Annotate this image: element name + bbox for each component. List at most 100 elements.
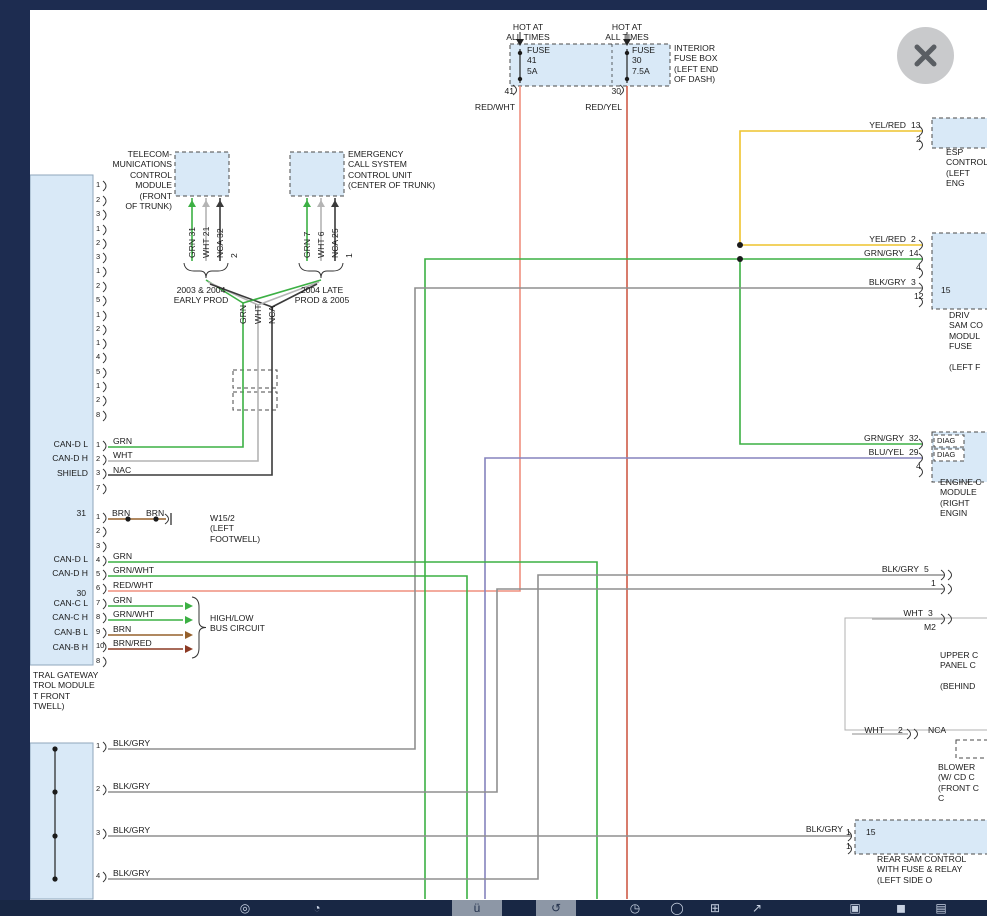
box-interior-fuse-box: [510, 44, 670, 86]
box-driver-sam-box: [932, 233, 987, 309]
pin-connector: [103, 339, 106, 349]
pin-connector: [103, 642, 106, 652]
video-icon[interactable]: ◼: [888, 900, 914, 916]
pin-connector: [103, 657, 106, 667]
rotate-icon[interactable]: ↺: [536, 900, 576, 916]
arrowhead: [216, 200, 224, 207]
pin-connector: [103, 570, 106, 580]
wire-grn-gry-main: [425, 259, 922, 899]
pin-connector: [103, 253, 106, 263]
pin-connector: [103, 196, 106, 206]
pin-connector: [103, 368, 106, 378]
arrowhead: [202, 200, 210, 207]
arrowhead: [185, 631, 193, 639]
pin-connector: [103, 267, 106, 277]
wire-can-d-l-grn: [108, 562, 597, 899]
window-left-bar: [0, 0, 30, 916]
junction-dot: [518, 51, 522, 55]
box-blower-conn-box: [956, 740, 987, 758]
bottom-toolbar: ◎ ◔ ü ↺ ◷ ◯ ⊞ ↗ ▣ ◼ ▤: [0, 900, 987, 916]
pin-connector: [103, 225, 106, 235]
box-shield-box-1: [233, 370, 277, 388]
pin-connector: [103, 239, 106, 249]
pin-connector: [103, 282, 106, 292]
brace: [192, 597, 206, 658]
pin-connector: [848, 844, 852, 854]
wire-yel-red-esp: [740, 131, 922, 245]
box-shield-box-2: [233, 392, 277, 410]
pin-connector: [103, 742, 106, 752]
history-icon[interactable]: ◷: [622, 900, 648, 916]
search-icon[interactable]: ◎: [232, 900, 258, 916]
close-icon: [897, 27, 954, 84]
close-button[interactable]: [897, 27, 954, 84]
pin-connector: [103, 296, 106, 306]
box-esp-box: [932, 118, 987, 148]
share-icon[interactable]: ↗: [744, 900, 770, 916]
wire-can-grn: [108, 303, 243, 447]
user-icon[interactable]: ◔: [304, 900, 330, 916]
box-upper-panel-box: [845, 618, 987, 730]
grid-icon[interactable]: ⊞: [702, 900, 728, 916]
junction-dot: [153, 516, 158, 521]
arrowhead: [185, 616, 193, 624]
junction-dot: [125, 516, 130, 521]
box-telecom-box: [175, 152, 229, 196]
pin-connector: [948, 584, 952, 594]
junction-dot: [737, 242, 743, 248]
image-icon[interactable]: ▣: [842, 900, 868, 916]
junction-dot: [52, 833, 57, 838]
wire-can-d-h-grn-wht: [108, 576, 467, 899]
box-rear-sam-box: [855, 820, 987, 854]
junction-dot: [52, 876, 57, 881]
pin-connector: [103, 542, 106, 552]
pin-connector: [103, 785, 106, 795]
junction-dot: [518, 77, 522, 81]
pin-connector: [103, 325, 106, 335]
wire-blk-gry-1: [108, 589, 944, 792]
junction-dot: [625, 77, 629, 81]
wire-merge-grn-late: [243, 280, 321, 303]
pin-connector: [103, 353, 106, 363]
wire-blk-gry-5: [108, 575, 944, 879]
brace: [299, 263, 343, 278]
pin-connector: [103, 527, 106, 537]
wire-merge-wht-late: [258, 282, 319, 305]
pin-connector: [103, 484, 106, 494]
pin-connector: [103, 311, 106, 321]
box-emergency-box: [290, 152, 344, 196]
wiring-diagram-svg: [0, 0, 987, 916]
junction-dot: [625, 51, 629, 55]
arrowhead: [317, 200, 325, 207]
pin-connector: [103, 613, 106, 623]
pin-connector: [919, 268, 923, 278]
pin-connector: [103, 872, 106, 882]
box-bottom-module-box: [30, 743, 93, 899]
gallery-icon[interactable]: ▤: [928, 900, 954, 916]
pin-connector: [948, 614, 952, 624]
pin-connector: [948, 570, 952, 580]
pin-connector: [103, 469, 106, 479]
wire-grn-gry-branch: [740, 259, 922, 444]
text-tool-icon[interactable]: ü: [452, 900, 502, 916]
pin-connector: [103, 441, 106, 451]
pin-connector: [919, 140, 923, 150]
arrowhead: [185, 645, 193, 653]
pin-connector: [620, 85, 624, 95]
box-diag-box-2: [934, 449, 964, 461]
box-diag-box-1: [934, 435, 964, 447]
pin-connector: [103, 829, 106, 839]
pin-connector: [103, 411, 106, 421]
pin-connector: [103, 584, 106, 594]
wire-can-nac: [108, 307, 272, 475]
wire-blk-gry-sam3: [108, 288, 922, 749]
junction-dot: [52, 789, 57, 794]
box-gateway-box: [30, 175, 93, 665]
pin-connector: [103, 382, 106, 392]
arrowhead: [331, 200, 339, 207]
arrowhead: [188, 200, 196, 207]
wire-can-wht: [108, 305, 258, 461]
pin-connector: [103, 210, 106, 220]
pin-connector: [919, 467, 923, 477]
info-icon[interactable]: ◯: [664, 900, 690, 916]
